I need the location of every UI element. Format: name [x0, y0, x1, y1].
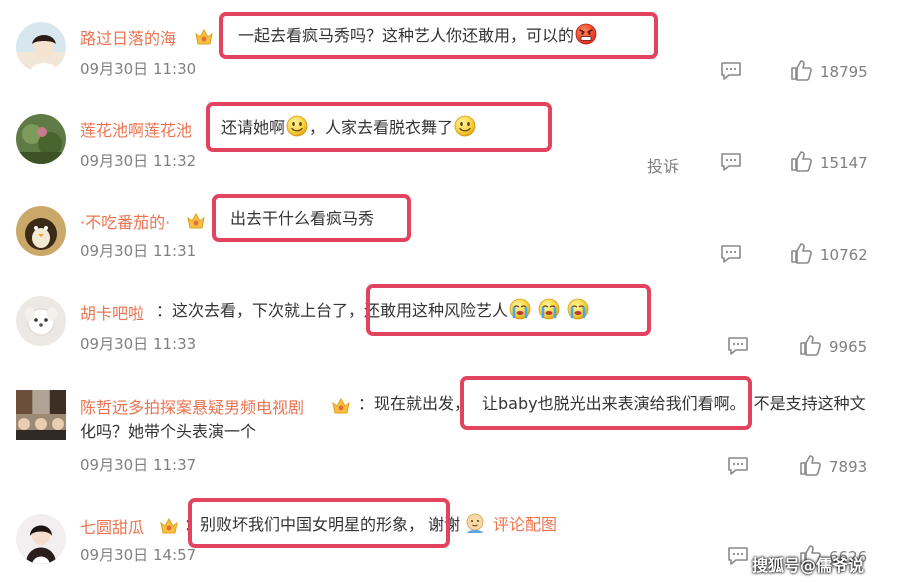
- vip-badge-icon: [185, 211, 207, 231]
- timestamp: 09月30日 11:33: [80, 335, 197, 353]
- user-avatar[interactable]: [16, 390, 66, 440]
- like-count: 10762: [820, 246, 868, 264]
- username[interactable]: 陈哲远多拍探案悬疑男频电视剧: [80, 394, 304, 418]
- user-avatar[interactable]: [16, 206, 66, 256]
- vip-badge-icon: [193, 27, 215, 47]
- like-icon[interactable]: [799, 454, 821, 476]
- baby-emoji-icon: [464, 512, 486, 534]
- timestamp: 09月30日 11:31: [80, 242, 197, 260]
- like-icon[interactable]: [799, 334, 821, 356]
- user-avatar[interactable]: [16, 514, 66, 564]
- like-count: 9965: [829, 338, 868, 356]
- reply-icon[interactable]: [727, 546, 749, 566]
- highlight-box: [188, 498, 450, 548]
- reply-icon[interactable]: [720, 61, 742, 81]
- timestamp: 09月30日 11:37: [80, 456, 197, 474]
- reply-icon[interactable]: [727, 456, 749, 476]
- comment-item: ·不吃番茄的· 出去干什么看疯马秀 09月30日 11:31 10762: [0, 184, 900, 276]
- comment-image-link[interactable]: 评论配图: [493, 515, 557, 534]
- highlight-box: [219, 12, 658, 59]
- timestamp: 09月30日 14:57: [80, 546, 197, 564]
- like-count: 18795: [820, 63, 868, 81]
- like-count: 7893: [829, 458, 868, 476]
- comment-item: 路过日落的海 一起去看疯马秀吗？这种艺人你还敢用，可以的 09月30日 11:3…: [0, 0, 900, 92]
- comment-text-part: ：这次去看，下次就上台了，: [156, 301, 365, 320]
- like-count: 15147: [820, 154, 868, 172]
- highlight-box: [460, 376, 752, 430]
- username[interactable]: 胡卡吧啦: [80, 300, 144, 324]
- user-avatar[interactable]: [16, 22, 66, 72]
- comment-text-part: ：现在就出发，: [358, 394, 471, 413]
- vip-badge-icon: [158, 516, 180, 536]
- timestamp: 09月30日 11:30: [80, 60, 197, 78]
- reply-icon[interactable]: [720, 152, 742, 172]
- username[interactable]: ·不吃番茄的·: [80, 209, 170, 233]
- vip-badge-icon: [330, 396, 352, 416]
- comment-item: 陈哲远多拍探案悬疑男频电视剧 ：现在就出发， 让baby也脱光出来表演给我们看啊。…: [0, 370, 900, 494]
- comment-item: 莲花池啊莲花池 还请她啊 ，人家去看脱衣舞了 投诉 09月30日 11:32 15…: [0, 92, 900, 184]
- source-watermark: 搜狐号@儒爷说: [752, 556, 865, 575]
- username[interactable]: 七圆甜瓜: [80, 514, 144, 538]
- user-avatar[interactable]: [16, 114, 66, 164]
- timestamp: 09月30日 11:32: [80, 152, 197, 170]
- username[interactable]: 莲花池啊莲花池: [80, 117, 192, 141]
- username[interactable]: 路过日落的海: [80, 25, 176, 49]
- comment-text-part: 不是支持这种文: [753, 394, 866, 413]
- like-icon[interactable]: [790, 150, 812, 172]
- comment-text-line2: 化吗？她带个头表演一个: [80, 422, 257, 441]
- reply-icon[interactable]: [720, 244, 742, 264]
- like-icon[interactable]: [790, 242, 812, 264]
- highlight-box: [366, 284, 651, 336]
- highlight-box: [206, 102, 552, 152]
- report-button[interactable]: 投诉: [647, 153, 679, 177]
- comment-item: 胡卡吧啦 ：这次去看，下次就上台了，还敢用这种风险艺人 09月30日 11:33…: [0, 276, 900, 370]
- user-avatar[interactable]: [16, 296, 66, 346]
- highlight-box: [212, 194, 411, 242]
- like-icon[interactable]: [790, 59, 812, 81]
- reply-icon[interactable]: [727, 336, 749, 356]
